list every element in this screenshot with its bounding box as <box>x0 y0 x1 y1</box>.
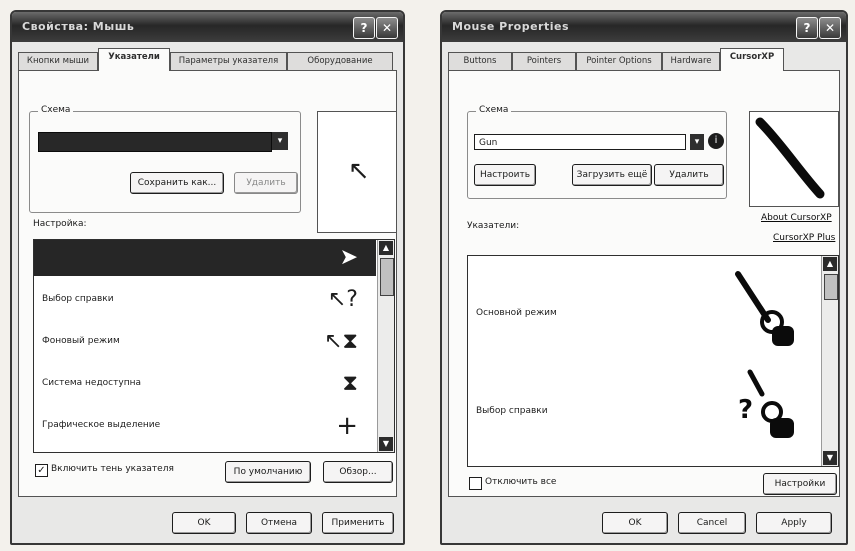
plus-link[interactable]: CursorXP Plus <box>773 233 835 243</box>
scheme-dropdown[interactable] <box>38 132 272 152</box>
busy-arrow-cursor-icon: ↖⧗ <box>324 329 358 354</box>
delete-button[interactable]: Удалить <box>234 172 298 194</box>
tab-hardware[interactable]: Hardware <box>662 52 720 70</box>
tab-buttons[interactable]: Buttons <box>448 52 512 70</box>
tab-pointers[interactable]: Указатели <box>98 48 170 71</box>
customize-label: Настройка: <box>33 219 87 229</box>
cursor-preview <box>749 111 839 207</box>
gun-help-cursor-icon: ? <box>738 369 794 438</box>
list-item[interactable]: Графическое выделение + <box>34 408 376 444</box>
ok-button[interactable]: OK <box>172 512 236 534</box>
disable-all-checkbox[interactable] <box>469 477 482 490</box>
list-scrollbar[interactable]: ▲ ▼ <box>821 256 838 466</box>
apply-button[interactable]: Применить <box>322 512 394 534</box>
shadow-label: Включить тень указателя <box>51 464 174 474</box>
list-item[interactable]: Выбор справки ↖? <box>34 282 376 318</box>
settings-button[interactable]: Настройки <box>763 473 837 495</box>
tab-pointer-options[interactable]: Параметры указателя <box>170 52 287 70</box>
scheme-label: Схема <box>476 105 512 115</box>
gun-cursor-icon <box>755 117 825 199</box>
help-button[interactable]: ? <box>353 17 375 39</box>
chevron-down-icon[interactable]: ▾ <box>690 134 704 150</box>
close-button[interactable]: ✕ <box>376 17 398 39</box>
tab-pointers[interactable]: Pointers <box>512 52 576 70</box>
arrow-cursor-icon: ↖ <box>348 156 370 186</box>
list-scrollbar[interactable]: ▲ ▼ <box>377 240 394 452</box>
pointers-panel: Схема ▾ Сохранить как... Удалить ↖ Настр… <box>18 70 397 497</box>
window-title: Свойства: Мышь <box>22 20 135 33</box>
scheme-group: Схема ▾ Сохранить как... Удалить <box>29 105 301 213</box>
title-bar: Mouse Properties ? ✕ <box>442 12 846 42</box>
svg-text:?: ? <box>738 395 753 425</box>
mouse-properties-window-cursorxp: Mouse Properties ? ✕ Buttons Pointers Po… <box>440 10 848 545</box>
cursor-list[interactable]: ➤ Выбор справки ↖? Фоновый режим ↖⧗ Сист… <box>33 239 395 453</box>
mouse-properties-window-ru: Свойства: Мышь ? ✕ Кнопки мыши Указатели… <box>10 10 405 545</box>
scheme-group: Схема Gun ▾ i Настроить Загрузить ещё Уд… <box>467 105 727 199</box>
chevron-down-icon[interactable]: ▾ <box>272 132 288 150</box>
scheme-dropdown[interactable]: Gun <box>474 134 686 150</box>
scroll-up-icon[interactable]: ▲ <box>379 241 393 255</box>
download-button[interactable]: Загрузить ещё <box>572 164 652 186</box>
tab-strip: Buttons Pointers Pointer Options Hardwar… <box>448 48 840 71</box>
pointer-list[interactable]: Основной режим Выбор справки ? ▲ ▼ <box>467 255 839 467</box>
browse-button[interactable]: Обзор... <box>323 461 393 483</box>
arrow-cursor-icon: ➤ <box>339 245 358 270</box>
disable-all-label: Отключить все <box>485 477 557 487</box>
ok-button[interactable]: OK <box>602 512 668 534</box>
list-item[interactable]: Выбор справки ? <box>468 364 820 454</box>
tab-hardware[interactable]: Оборудование <box>287 52 393 70</box>
list-item[interactable]: Система недоступна ⧗ <box>34 366 376 402</box>
list-item[interactable]: Фоновый режим ↖⧗ <box>34 324 376 360</box>
help-cursor-icon: ↖? <box>327 287 358 312</box>
tab-strip: Кнопки мыши Указатели Параметры указател… <box>18 48 397 71</box>
cursor-preview: ↖ <box>317 111 397 233</box>
scheme-label: Схема <box>38 105 74 115</box>
window-title: Mouse Properties <box>452 20 570 33</box>
scroll-thumb[interactable] <box>824 274 838 300</box>
list-item[interactable]: ➤ <box>34 240 376 276</box>
apply-button[interactable]: Apply <box>756 512 832 534</box>
pointers-label: Указатели: <box>467 221 520 231</box>
cancel-button[interactable]: Cancel <box>678 512 746 534</box>
default-button[interactable]: По умолчанию <box>225 461 311 483</box>
tab-cursorxp[interactable]: CursorXP <box>720 48 784 71</box>
about-link[interactable]: About CursorXP <box>761 213 832 223</box>
tab-buttons[interactable]: Кнопки мыши <box>18 52 98 70</box>
shadow-checkbox[interactable]: ✓ <box>35 464 48 477</box>
scroll-down-icon[interactable]: ▼ <box>823 451 837 465</box>
cancel-button[interactable]: Отмена <box>246 512 312 534</box>
cursorxp-panel: Схема Gun ▾ i Настроить Загрузить ещё Уд… <box>448 70 840 497</box>
close-button[interactable]: ✕ <box>819 17 841 39</box>
list-item[interactable]: Основной режим <box>468 266 820 356</box>
customize-button[interactable]: Настроить <box>474 164 536 186</box>
info-icon[interactable]: i <box>708 133 724 149</box>
tab-pointer-options[interactable]: Pointer Options <box>576 52 662 70</box>
save-as-button[interactable]: Сохранить как... <box>130 172 224 194</box>
scroll-up-icon[interactable]: ▲ <box>823 257 837 271</box>
scroll-thumb[interactable] <box>380 258 394 296</box>
title-bar: Свойства: Мышь ? ✕ <box>12 12 403 42</box>
help-button[interactable]: ? <box>796 17 818 39</box>
hourglass-icon: ⧗ <box>342 371 358 396</box>
crosshair-icon: + <box>336 411 358 441</box>
delete-button[interactable]: Удалить <box>654 164 724 186</box>
gun-cursor-icon <box>735 271 794 346</box>
scroll-down-icon[interactable]: ▼ <box>379 437 393 451</box>
